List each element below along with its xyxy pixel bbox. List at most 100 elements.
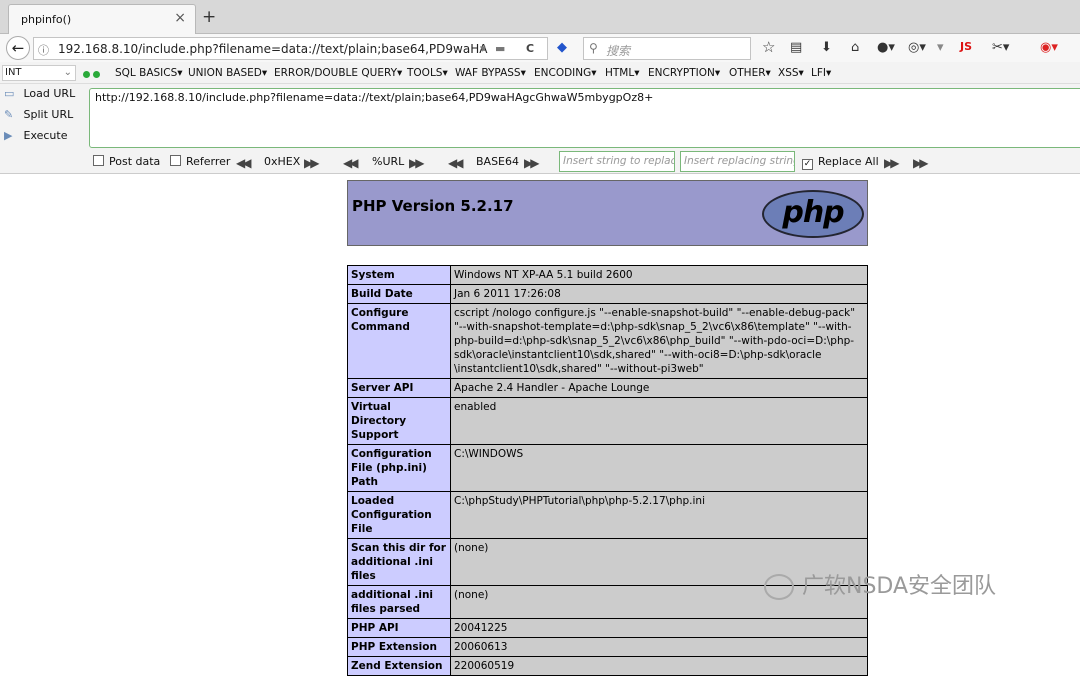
row-value: Windows NT XP-AA 5.1 build 2600 [450,265,868,285]
row-key: Configure Command [347,303,451,379]
menu-label: UNION BASED [188,67,262,79]
search-placeholder: 搜索 [606,44,631,58]
back-button[interactable]: ← [6,36,30,60]
menu-union-based[interactable]: UNION BASED▾ [188,67,267,79]
page-content: PHP Version 5.2.17 php System Windows NT … [0,174,1080,676]
row-value: Jan 6 2011 17:26:08 [450,284,868,304]
replace-all-arrow-icon[interactable]: ▶▶ [913,156,929,170]
base64-decode-arrow-icon[interactable]: ◀◀ [448,156,464,170]
menu-waf-bypass[interactable]: WAF BYPASS▾ [455,67,526,79]
table-row: Build Date Jan 6 2011 17:26:08 [347,284,868,304]
extension-icon[interactable]: ✂▾ [992,40,1009,55]
row-key: Loaded Configuration File [347,491,451,539]
split-url-button[interactable]: ✎ Split URL [4,108,73,121]
row-key: Build Date [347,284,451,304]
download-icon[interactable]: ⬇ [821,40,832,55]
php-info-table: System Windows NT XP-AA 5.1 build 2600 Bui… [347,265,868,676]
post-data-label: Post data [109,155,161,168]
status-dot-icon [93,71,100,78]
url-encode-arrow-icon[interactable]: ▶▶ [409,156,425,170]
address-bar[interactable]: ⓘ 192.168.8.10/include.php?filename=data… [33,37,548,60]
reload-button[interactable]: C [526,42,534,55]
injection-type-select[interactable]: INT ⌄ [2,65,76,81]
execute-button[interactable]: ▶ Execute [4,129,68,142]
table-row: Configure Command cscript /nologo configu… [347,303,868,379]
bookmark-star-icon[interactable]: ☆ [762,38,775,56]
menu-error-double-query[interactable]: ERROR/DOUBLE QUERY▾ [274,67,402,79]
menu-label: ERROR/DOUBLE QUERY [274,67,398,79]
post-data-checkbox[interactable]: Post data [93,155,160,168]
base64-encode-arrow-icon[interactable]: ▶▶ [524,156,540,170]
hex-decode-arrow-icon[interactable]: ◀◀ [236,156,252,170]
row-key: System [347,265,451,285]
menu-encryption[interactable]: ENCRYPTION▾ [648,67,720,79]
navigation-bar: ← ⓘ 192.168.8.10/include.php?filename=da… [0,34,1080,62]
menu-lfi[interactable]: LFI▾ [811,67,831,79]
search-box[interactable]: ⚲ 搜索 [583,37,751,60]
palette-icon[interactable]: ◎▾ [908,40,926,55]
referrer-label: Referrer [186,155,231,168]
address-text[interactable]: 192.168.8.10/include.php?filename=data:/… [58,42,488,56]
php-logo: php [762,190,864,238]
reader-icon[interactable]: ▬ [495,42,505,55]
watermark-text: 广软NSDA安全团队 [802,574,997,599]
row-key: additional .ini files parsed [347,585,451,619]
sync-icon[interactable]: ●▾ [877,40,895,55]
replace-arrow-icon[interactable]: ▶▶ [884,156,900,170]
addon-icon[interactable]: ◉▾ [1040,40,1058,55]
checkbox-box[interactable] [170,155,181,166]
replace-search-field[interactable]: Insert string to replace [559,151,675,172]
hex-label: 0xHEX [264,155,301,168]
library-icon[interactable]: ▤ [790,40,802,55]
load-url-button[interactable]: ▭ Load URL [4,87,75,100]
menu-tools[interactable]: TOOLS▾ [407,67,448,79]
menu-arrow-icon[interactable]: ▾ [937,40,944,55]
menu-label: LFI [811,67,826,79]
watermark: 广软NSDA安全团队 [764,568,996,600]
execute-label: Execute [23,129,68,142]
url-decode-arrow-icon[interactable]: ◀◀ [343,156,359,170]
chevron-down-icon: ⌄ [63,67,72,78]
status-dot-icon [83,71,90,78]
tab-phpinfo[interactable]: phpinfo() × [8,4,196,34]
load-url-label: Load URL [23,87,76,100]
row-value: C:\phpStudy\PHPTutorial\php\php-5.2.17\p… [450,491,868,539]
replace-all-label: Replace All [818,155,879,168]
row-value: C:\WINDOWS [450,444,868,492]
menu-html[interactable]: HTML▾ [605,67,640,79]
menu-label: ENCODING [534,67,592,79]
load-url-icon: ▭ [4,87,15,100]
row-value: cscript /nologo configure.js "--enable-s… [450,303,868,379]
bird-icon[interactable]: ◆ [557,40,567,55]
dropdown-arrow-icon[interactable]: ▾ [480,42,486,55]
replace-with-field[interactable]: Insert replacing string [680,151,795,172]
new-tab-icon[interactable]: + [202,7,216,27]
menu-sql-basics[interactable]: SQL BASICS▾ [115,67,183,79]
table-row: Configuration File (php.ini) Path C:\WIND… [347,444,868,492]
referrer-checkbox[interactable]: Referrer [170,155,230,168]
menu-label: WAF BYPASS [455,67,521,79]
row-key: Configuration File (php.ini) Path [347,444,451,492]
tab-title: phpinfo() [21,13,72,26]
menu-label: XSS [778,67,799,79]
row-key: PHP Extension [347,637,451,657]
php-version-header: PHP Version 5.2.17 php [347,180,868,246]
url-textarea[interactable]: http://192.168.8.10/include.php?filename… [89,88,1080,148]
row-value: Apache 2.4 Handler - Apache Lounge [450,378,868,398]
execute-icon: ▶ [4,129,13,142]
close-tab-icon[interactable]: × [174,10,186,26]
js-icon[interactable]: JS [960,40,972,53]
site-info-icon[interactable]: ⓘ [38,42,49,58]
home-icon[interactable]: ⌂ [851,40,859,55]
hex-encode-arrow-icon[interactable]: ▶▶ [304,156,320,170]
split-url-icon: ✎ [4,108,14,121]
replace-all-checkbox[interactable]: ✓ Replace All [802,155,879,170]
menu-other[interactable]: OTHER▾ [729,67,771,79]
menu-xss[interactable]: XSS▾ [778,67,804,79]
menu-encoding[interactable]: ENCODING▾ [534,67,597,79]
menu-label: TOOLS [407,67,443,79]
url-label: %URL [372,155,405,168]
checkbox-box[interactable] [93,155,104,166]
base64-label: BASE64 [476,155,520,168]
checkbox-box[interactable]: ✓ [802,159,813,170]
